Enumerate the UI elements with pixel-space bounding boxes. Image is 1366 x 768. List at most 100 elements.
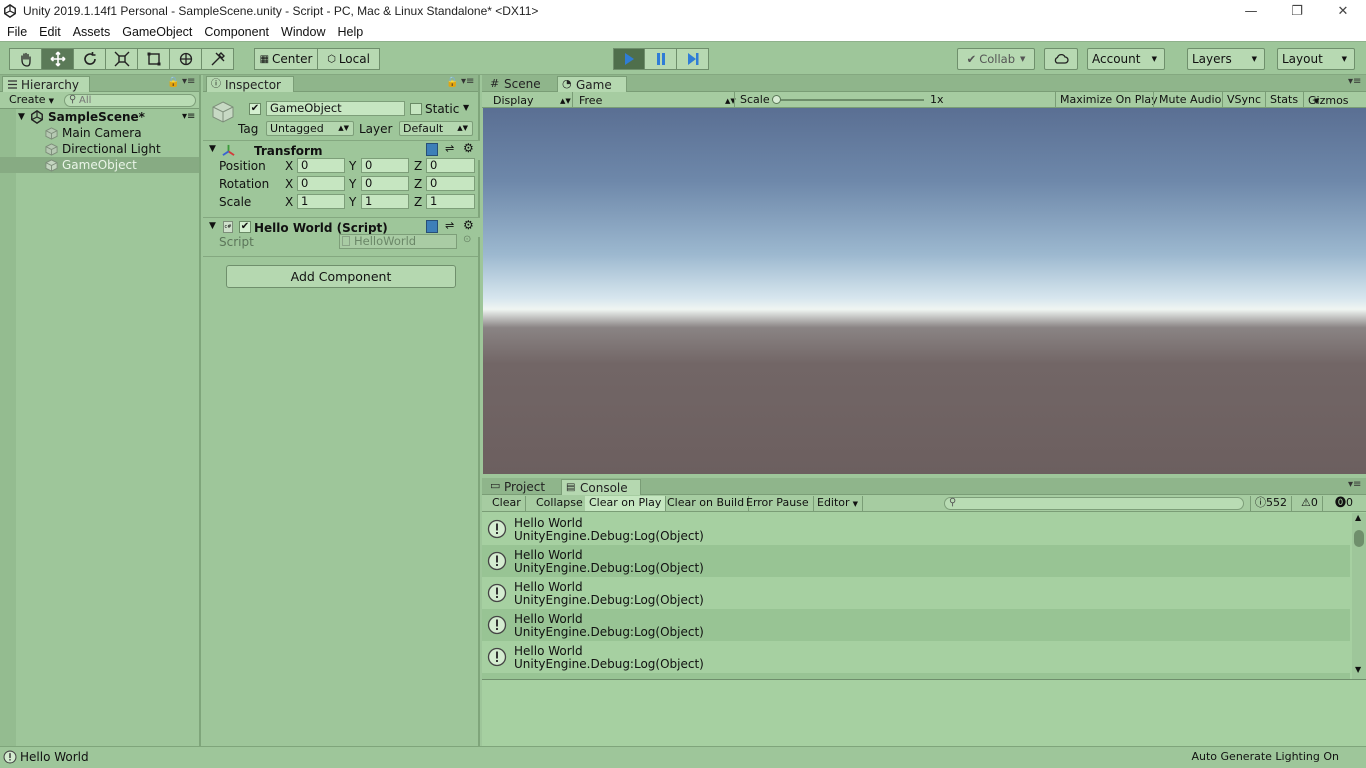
hierarchy-item-gameobject[interactable]: GameObject <box>0 157 199 173</box>
pivot-center-button[interactable]: ▦ Center <box>254 48 318 70</box>
lock-icon[interactable]: 🔒 <box>446 77 458 88</box>
lock-icon[interactable]: 🔒 <box>167 77 179 88</box>
pivot-local-button[interactable]: ⬡ Local <box>317 48 380 70</box>
console-search[interactable]: ⚲ <box>944 497 1244 510</box>
position-x-field[interactable]: 0 <box>297 158 345 173</box>
tab-project[interactable]: ▭ Project <box>486 479 560 495</box>
script-enabled-checkbox[interactable]: ✔ <box>239 221 251 233</box>
hand-tool-button[interactable] <box>9 48 42 70</box>
stats-toggle[interactable]: Stats <box>1270 93 1298 107</box>
restore-button[interactable]: ❐ <box>1274 0 1320 22</box>
mute-audio-toggle[interactable]: Mute Audio <box>1159 93 1221 107</box>
log-entry[interactable]: Hello World UnityEngine.Debug:Log(Object… <box>482 545 1350 577</box>
transform-header[interactable]: ▼ Transform ⇌ ⚙ <box>203 140 480 160</box>
layer-dropdown[interactable]: Default ▲▼ <box>399 121 473 136</box>
scale-slider[interactable] <box>772 95 924 104</box>
help-book-icon[interactable] <box>426 220 438 233</box>
static-checkbox[interactable] <box>410 103 422 115</box>
position-z-field[interactable]: 0 <box>426 158 475 173</box>
gameobject-name-field[interactable]: GameObject <box>266 101 405 116</box>
collab-dropdown[interactable]: ✔ Collab ▼ <box>957 48 1035 70</box>
add-component-button[interactable]: Add Component <box>226 265 456 288</box>
layout-dropdown[interactable]: Layout ▼ <box>1277 48 1355 70</box>
log-detail-area[interactable] <box>482 680 1366 746</box>
preset-icon[interactable]: ⇌ <box>445 142 454 155</box>
tab-scene[interactable]: # Scene <box>486 76 556 92</box>
hierarchy-search[interactable]: ⚲ <box>64 94 196 107</box>
hierarchy-search-input[interactable] <box>79 95 189 106</box>
hierarchy-item-directional-light[interactable]: Directional Light <box>0 141 199 157</box>
foldout-arrow-icon[interactable]: ▼ <box>18 109 25 125</box>
scroll-up-icon[interactable]: ▲ <box>1355 513 1361 522</box>
gear-icon[interactable]: ⚙ <box>463 218 474 232</box>
console-scrollbar[interactable]: ▲ ▼ <box>1352 513 1366 679</box>
create-dropdown[interactable]: Create ▼ <box>6 93 56 108</box>
tab-hierarchy[interactable]: Hierarchy <box>2 76 90 92</box>
rotation-z-field[interactable]: 0 <box>426 176 475 191</box>
rotation-x-field[interactable]: 0 <box>297 176 345 191</box>
game-viewport[interactable] <box>483 108 1366 474</box>
collapse-toggle[interactable]: Collapse <box>532 496 588 511</box>
log-count-toggle[interactable]: ⓘ552 <box>1250 496 1292 511</box>
close-button[interactable]: ✕ <box>1320 0 1366 22</box>
log-entry[interactable]: Hello World UnityEngine.Debug:Log(Object… <box>482 609 1350 641</box>
clear-on-build-toggle[interactable]: Clear on Build <box>663 496 750 511</box>
maximize-on-play-toggle[interactable]: Maximize On Play <box>1060 93 1158 107</box>
transform-tool-button[interactable] <box>169 48 202 70</box>
play-button[interactable] <box>613 48 645 70</box>
move-tool-button[interactable] <box>41 48 74 70</box>
menu-edit[interactable]: Edit <box>32 25 66 39</box>
custom-tool-button[interactable] <box>201 48 234 70</box>
menu-gameobject[interactable]: GameObject <box>115 25 197 39</box>
scale-x-field[interactable]: 1 <box>297 194 345 209</box>
scene-row[interactable]: ▼ SampleScene* ▾≡ <box>0 109 199 125</box>
panel-menu-icon[interactable]: ▾≡ <box>1348 76 1361 87</box>
account-dropdown[interactable]: Account ▼ <box>1087 48 1165 70</box>
step-button[interactable] <box>676 48 709 70</box>
position-y-field[interactable]: 0 <box>361 158 409 173</box>
scale-y-field[interactable]: 1 <box>361 194 409 209</box>
scrollbar-thumb[interactable] <box>1354 530 1364 547</box>
scale-tool-button[interactable] <box>105 48 138 70</box>
vsync-toggle[interactable]: VSync <box>1227 93 1261 107</box>
menu-assets[interactable]: Assets <box>66 25 116 39</box>
rect-tool-button[interactable] <box>137 48 170 70</box>
error-count-toggle[interactable]: ⓿0 <box>1331 496 1357 511</box>
preset-icon[interactable]: ⇌ <box>445 219 454 232</box>
minimize-button[interactable]: — <box>1228 0 1274 22</box>
log-entry[interactable]: Hello World UnityEngine.Debug:Log(Object… <box>482 641 1350 673</box>
menu-component[interactable]: Component <box>197 25 274 39</box>
clear-button[interactable]: Clear <box>488 496 526 511</box>
log-entry[interactable]: Hello World UnityEngine.Debug:Log(Object… <box>482 577 1350 609</box>
foldout-arrow-icon[interactable]: ▼ <box>209 144 216 154</box>
scene-menu-icon[interactable]: ▾≡ <box>182 109 195 125</box>
panel-menu-icon[interactable]: ▾≡ <box>1348 479 1361 490</box>
scroll-down-icon[interactable]: ▼ <box>1355 665 1361 674</box>
clear-on-play-toggle[interactable]: Clear on Play <box>585 496 667 511</box>
menu-window[interactable]: Window <box>274 25 330 39</box>
panel-menu-icon[interactable]: ▾≡ <box>182 76 195 87</box>
tag-dropdown[interactable]: Untagged ▲▼ <box>266 121 354 136</box>
menu-file[interactable]: File <box>0 25 32 39</box>
gear-icon[interactable]: ⚙ <box>463 141 474 155</box>
menu-help[interactable]: Help <box>330 25 368 39</box>
hierarchy-item-main-camera[interactable]: Main Camera <box>0 125 199 141</box>
help-book-icon[interactable] <box>426 143 438 156</box>
layers-dropdown[interactable]: Layers ▼ <box>1187 48 1265 70</box>
tab-inspector[interactable]: ⓘ Inspector <box>206 76 294 92</box>
pause-button[interactable] <box>644 48 677 70</box>
warning-count-toggle[interactable]: ⚠0 <box>1297 496 1323 511</box>
scale-z-field[interactable]: 1 <box>426 194 475 209</box>
rotation-y-field[interactable]: 0 <box>361 176 409 191</box>
rotate-tool-button[interactable] <box>73 48 106 70</box>
editor-dropdown[interactable]: Editor ▼ <box>813 496 863 511</box>
foldout-arrow-icon[interactable]: ▼ <box>209 221 216 231</box>
cloud-button[interactable] <box>1044 48 1078 70</box>
tab-game[interactable]: ◔ Game <box>557 76 627 92</box>
panel-menu-icon[interactable]: ▾≡ <box>461 76 474 87</box>
static-dropdown-arrow-icon[interactable]: ▼ <box>463 103 469 112</box>
log-entry[interactable]: Hello World UnityEngine.Debug:Log(Object… <box>482 513 1350 545</box>
status-message[interactable]: Hello World <box>20 750 89 764</box>
tab-console[interactable]: ▤ Console <box>561 479 641 495</box>
active-checkbox[interactable]: ✔ <box>249 103 261 115</box>
